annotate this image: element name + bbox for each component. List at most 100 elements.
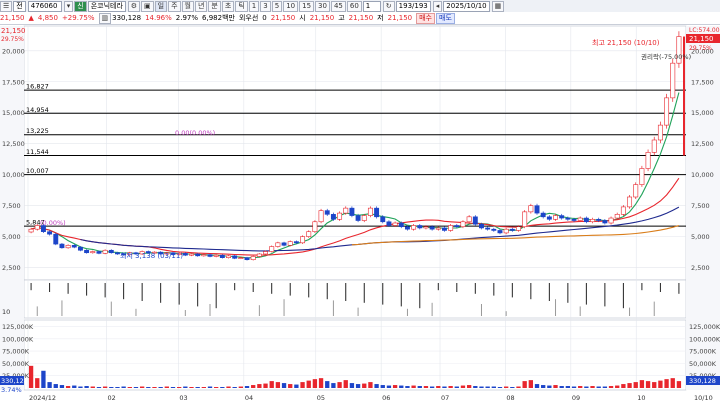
left-pct-label: 29.75%	[1, 36, 24, 43]
volume-bar	[84, 386, 89, 388]
interval-15[interactable]: 15	[299, 0, 315, 12]
volume-bar	[28, 365, 34, 388]
candle-body	[454, 225, 460, 228]
volume-bar	[318, 378, 324, 388]
candle-body	[540, 212, 546, 218]
period-year[interactable]: 년	[194, 0, 208, 12]
volume-bar	[676, 381, 682, 388]
period-tick[interactable]: 틱	[235, 0, 248, 12]
count-input[interactable]: 1	[362, 0, 381, 12]
candle-body	[287, 241, 293, 246]
volume-bar	[53, 384, 58, 388]
volume-last-label-right: 330,128	[689, 377, 716, 385]
period-minute[interactable]: 분	[208, 0, 221, 12]
volume-axis-label-right: 50,000K	[689, 360, 717, 368]
date-input[interactable]: 2025/10/10	[443, 0, 490, 12]
date-label: 04	[245, 394, 253, 402]
interval-5[interactable]: 5	[271, 0, 283, 12]
candle-body	[485, 227, 491, 230]
volume-bar	[355, 384, 361, 388]
low-label: 저	[377, 14, 384, 22]
volume-bar	[127, 387, 132, 388]
code-input[interactable]: 476060	[27, 0, 62, 12]
candle-body	[522, 211, 528, 228]
price-2: 21,150	[270, 14, 296, 22]
chart-toggle-icon[interactable]: ▥	[98, 12, 112, 24]
date-label: 02	[107, 394, 115, 402]
volume-bar	[442, 386, 447, 388]
date-label: 10/10	[694, 394, 713, 402]
market-badge: 신	[74, 0, 87, 12]
candle-body	[651, 139, 657, 153]
candle-body	[90, 251, 96, 254]
candle-body	[361, 215, 367, 221]
candle-body	[47, 231, 53, 235]
gear-icon[interactable]: ⚙	[127, 0, 140, 12]
volume-bar	[584, 386, 589, 388]
candle-body	[189, 253, 194, 256]
volume-bar	[417, 386, 422, 388]
candle-body	[577, 217, 583, 221]
candle-body	[213, 254, 219, 257]
volume-bar	[411, 385, 416, 388]
candle-body	[442, 227, 447, 231]
candle-body	[330, 214, 336, 220]
ticker-prefix[interactable]: 전	[13, 0, 26, 12]
volume-bar	[491, 386, 496, 388]
volume-bar	[386, 385, 392, 388]
candle-body	[472, 216, 478, 225]
stock-chart[interactable]: 16,82714,95413,22511,54410,0075,847 20,0…	[0, 24, 720, 404]
interval-3[interactable]: 3	[260, 0, 271, 12]
sell-button[interactable]: 매도	[436, 12, 455, 24]
period-month[interactable]: 월	[181, 0, 194, 12]
volume-bar	[639, 380, 645, 388]
interval-10[interactable]: 10	[283, 0, 299, 12]
current-price: 21,150	[0, 14, 25, 22]
period-second[interactable]: 초	[221, 0, 235, 12]
candle-body	[195, 253, 201, 257]
period-day[interactable]: 일	[154, 0, 168, 12]
command-icon[interactable]: ☰	[0, 0, 13, 12]
volume-bar	[59, 385, 65, 388]
price-axis-label-left: 2,500	[2, 264, 21, 272]
buy-button[interactable]: 매수	[416, 12, 435, 24]
stock-name[interactable]: 온코닉테라	[87, 0, 126, 12]
volume-bar	[294, 384, 299, 388]
low-value: 21,150	[387, 14, 413, 22]
candle-body	[411, 225, 417, 230]
volume-bar	[627, 383, 632, 388]
interval-60[interactable]: 60	[346, 0, 362, 12]
candle-body	[263, 251, 268, 255]
volume-bar	[232, 387, 237, 388]
candle-body	[300, 236, 306, 244]
lock-icon[interactable]: ▣	[140, 0, 154, 12]
calendar-icon[interactable]: ▦	[491, 0, 505, 12]
refresh-icon[interactable]: ↻	[382, 0, 395, 12]
volume-bar	[664, 379, 669, 388]
volume-bar	[152, 387, 157, 388]
volume-bar	[226, 386, 231, 388]
trade-value: 6,982백만	[202, 14, 235, 22]
foreign-label: 외우선	[238, 14, 259, 22]
volume-bar	[460, 385, 466, 388]
price-axis-label-left: 5,000	[2, 233, 21, 241]
volume-bar	[473, 386, 478, 388]
interval-30[interactable]: 30	[315, 0, 330, 12]
interval-1[interactable]: 1	[248, 0, 260, 12]
candle-body	[633, 184, 639, 198]
volume-bar	[263, 383, 268, 388]
date-label: 08	[506, 394, 514, 402]
candle-body	[71, 245, 77, 248]
volume-bar	[510, 387, 515, 388]
candle-body	[435, 227, 441, 230]
interval-45[interactable]: 45	[330, 0, 346, 12]
turnover-pct: 14.96%	[145, 14, 172, 22]
period-week[interactable]: 주	[168, 0, 181, 12]
right-pct-label: 29.75%	[689, 45, 712, 52]
chevron-left-icon[interactable]: ◂	[432, 0, 443, 12]
date-label: 07	[441, 394, 449, 402]
price-axis-label-right: 2,500	[691, 264, 710, 272]
search-icon[interactable]: ▾	[63, 0, 74, 12]
volume-bar	[429, 386, 435, 388]
candle-body	[602, 220, 608, 224]
